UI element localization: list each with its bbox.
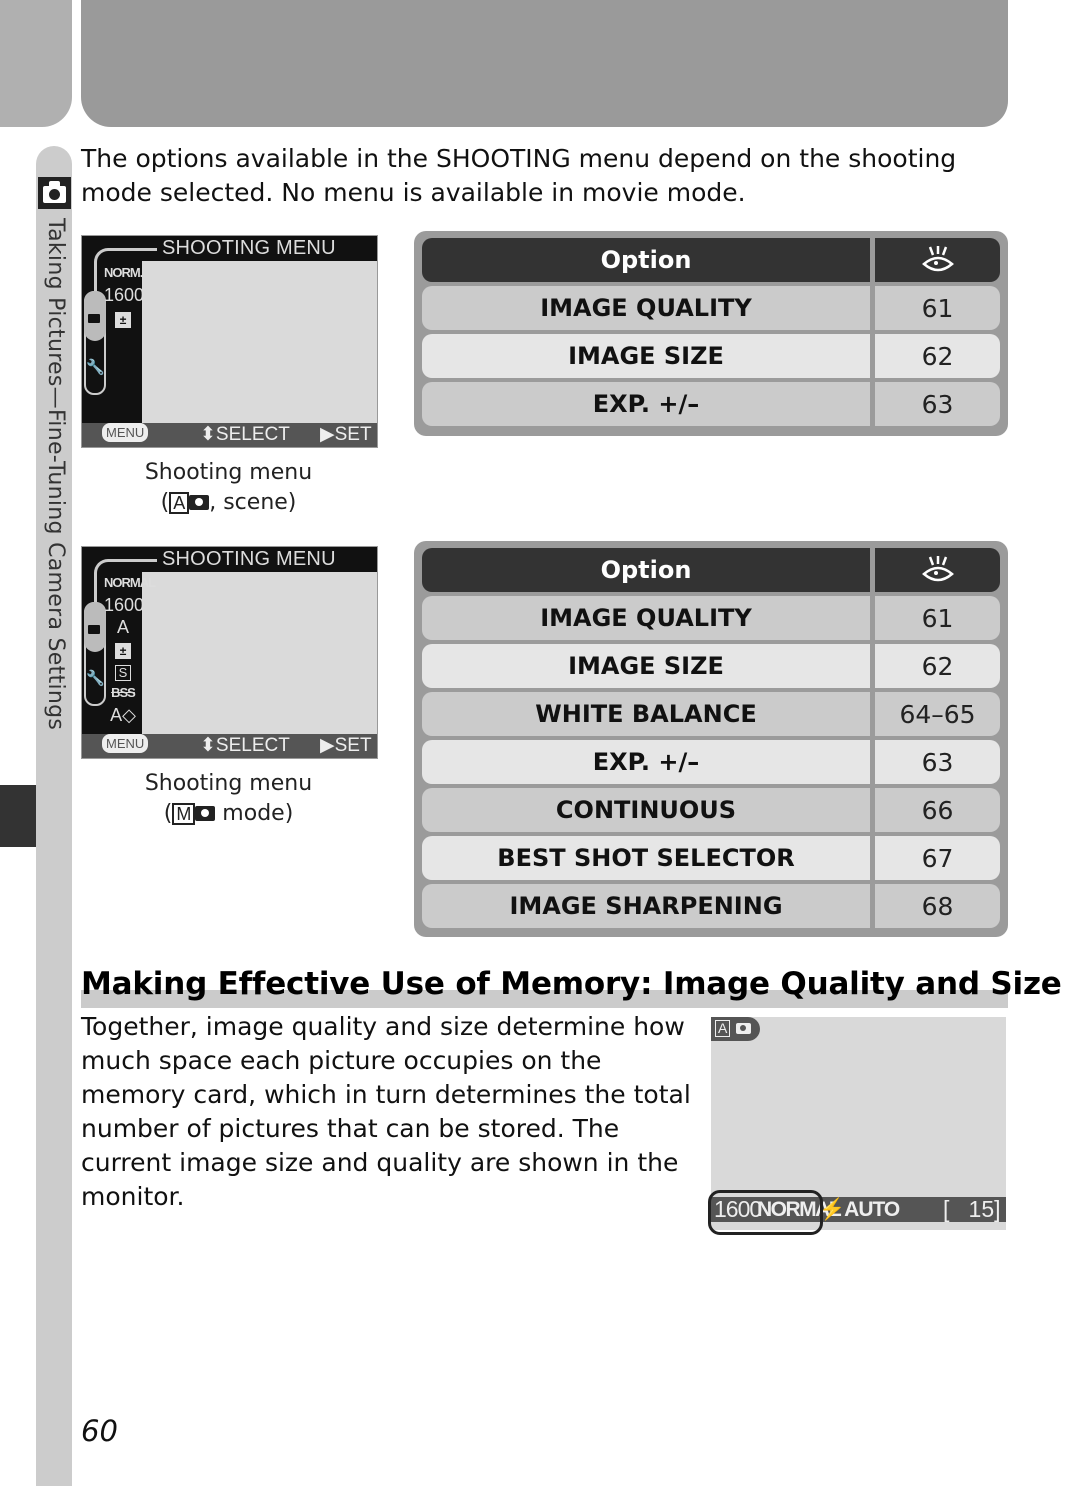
table-row: EXP. +/– 63 (422, 382, 1000, 426)
table-header: Option (422, 238, 1000, 282)
auto-mode-icon: A (169, 492, 190, 514)
page-ref: 62 (875, 334, 1000, 378)
lcd-setting-icons: NORMAL 1600 A ± S BSS A◇ (104, 572, 156, 726)
wrench-icon: 🔧 (86, 669, 105, 687)
page-ref: 68 (875, 884, 1000, 928)
footer-select: ⬍SELECT (200, 424, 290, 445)
shooting-mode-indicator: A (711, 1017, 760, 1041)
caption-line: mode) (215, 801, 294, 826)
chapter-index-marker (0, 785, 36, 847)
table-row: IMAGE QUALITY 61 (422, 286, 1000, 330)
option-name: CONTINUOUS (422, 788, 870, 832)
lcd-title: SHOOTING MENU (162, 237, 336, 259)
page-ref: 61 (875, 596, 1000, 640)
size-indicator: 1600 (104, 595, 145, 615)
camera-icon (195, 806, 216, 821)
table-row: IMAGE QUALITY 61 (422, 596, 1000, 640)
lcd-title: SHOOTING MENU (162, 548, 336, 570)
lcd-setting-icons: NORM. 1600 ± (104, 261, 145, 330)
eye-reference-icon (875, 238, 1000, 282)
page-ref: 63 (875, 382, 1000, 426)
option-name: EXP. +/– (422, 740, 870, 784)
section-title: Making Effective Use of Memory: Image Qu… (81, 966, 1062, 1002)
table-row: IMAGE SIZE 62 (422, 334, 1000, 378)
table-row: IMAGE SIZE 62 (422, 644, 1000, 688)
options-table-manual: Option IMAGE QUALITY 61 IMAGE SIZE 62 WH… (414, 541, 1008, 937)
shooting-menu-screen-manual: SHOOTING MENU 🔧 NORMAL 1600 A ± S BSS A◇… (81, 546, 378, 759)
quality-indicator: NORMAL (104, 575, 156, 590)
caption-line: , scene) (209, 490, 297, 515)
menu-button-glyph: MENU (102, 423, 149, 442)
camera-icon (189, 495, 210, 510)
table-header: Option (422, 548, 1000, 592)
shooting-menu-screen-auto: SHOOTING MENU 🔧 NORM. 1600 ± MENUOFF ⬍SE… (81, 235, 378, 448)
sharpening-icon: A◇ (110, 705, 136, 725)
footer-set: ▶SET (320, 424, 372, 445)
option-name: IMAGE SIZE (422, 334, 870, 378)
screen-caption-auto: Shooting menu (A, scene) (81, 458, 376, 518)
top-banner (81, 0, 1008, 127)
lcd-footer: MENUOFF ⬍SELECT ▶SET (82, 734, 377, 758)
page-ref: 63 (875, 740, 1000, 784)
lcd-footer: MENUOFF ⬍SELECT ▶SET (82, 423, 377, 447)
eye-reference-icon (875, 548, 1000, 592)
white-balance-indicator: A (116, 617, 129, 637)
menu-button-glyph: MENU (102, 734, 149, 753)
table-row: EXP. +/– 63 (422, 740, 1000, 784)
caption-line: Shooting menu (144, 771, 313, 796)
flash-mode-indicator: ⚡AUTO (819, 1198, 900, 1221)
size-quality-highlight (708, 1190, 823, 1235)
camera-icon (88, 314, 100, 323)
option-name: EXP. +/– (422, 382, 870, 426)
table-row: WHITE BALANCE 64–65 (422, 692, 1000, 736)
page-number: 60 (81, 1414, 118, 1448)
table-row: CONTINUOUS 66 (422, 788, 1000, 832)
option-header: Option (422, 238, 870, 282)
top-left-tab-decoration (0, 0, 72, 127)
footer-set: ▶SET (320, 735, 372, 756)
page-ref: 67 (875, 836, 1000, 880)
camera-icon (88, 625, 100, 634)
continuous-single-icon: S (114, 665, 132, 681)
quality-indicator: NORM. (104, 265, 143, 280)
footer-select: ⬍SELECT (200, 735, 290, 756)
option-name: BEST SHOT SELECTOR (422, 836, 870, 880)
option-name: IMAGE QUALITY (422, 596, 870, 640)
chapter-title: Taking Pictures—Fine-Tuning Camera Setti… (43, 218, 68, 731)
section-body: Together, image quality and size determi… (81, 1012, 691, 1211)
size-indicator: 1600 (104, 285, 145, 305)
option-name: IMAGE SHARPENING (422, 884, 870, 928)
page-ref: 62 (875, 644, 1000, 688)
option-name: IMAGE QUALITY (422, 286, 870, 330)
exp-comp-icon: ± (115, 312, 131, 328)
camera-icon (736, 1023, 751, 1034)
auto-mode-icon: A (715, 1020, 731, 1037)
exp-comp-icon: ± (115, 643, 131, 659)
page-ref: 66 (875, 788, 1000, 832)
manual-mode-icon: M (172, 803, 196, 825)
option-name: WHITE BALANCE (422, 692, 870, 736)
wrench-icon: 🔧 (86, 358, 105, 376)
option-name: IMAGE SIZE (422, 644, 870, 688)
bss-off-icon: BSS (111, 685, 136, 700)
table-row: BEST SHOT SELECTOR 67 (422, 836, 1000, 880)
exposures-remaining: [ 15] (943, 1196, 1001, 1222)
camera-icon (38, 177, 71, 209)
screen-caption-manual: Shooting menu (M mode) (81, 769, 376, 829)
option-header: Option (422, 548, 870, 592)
monitor-display: A 1600 NORMAL ⚡AUTO [ 15] (708, 1017, 1006, 1235)
page-ref: 61 (875, 286, 1000, 330)
intro-paragraph: The options available in the SHOOTING me… (81, 144, 957, 207)
caption-line: Shooting menu (144, 460, 313, 485)
table-row: IMAGE SHARPENING 68 (422, 884, 1000, 928)
options-table-auto: Option IMAGE QUALITY 61 IMAGE SIZE 62 EX… (414, 231, 1008, 436)
page-ref: 64–65 (875, 692, 1000, 736)
